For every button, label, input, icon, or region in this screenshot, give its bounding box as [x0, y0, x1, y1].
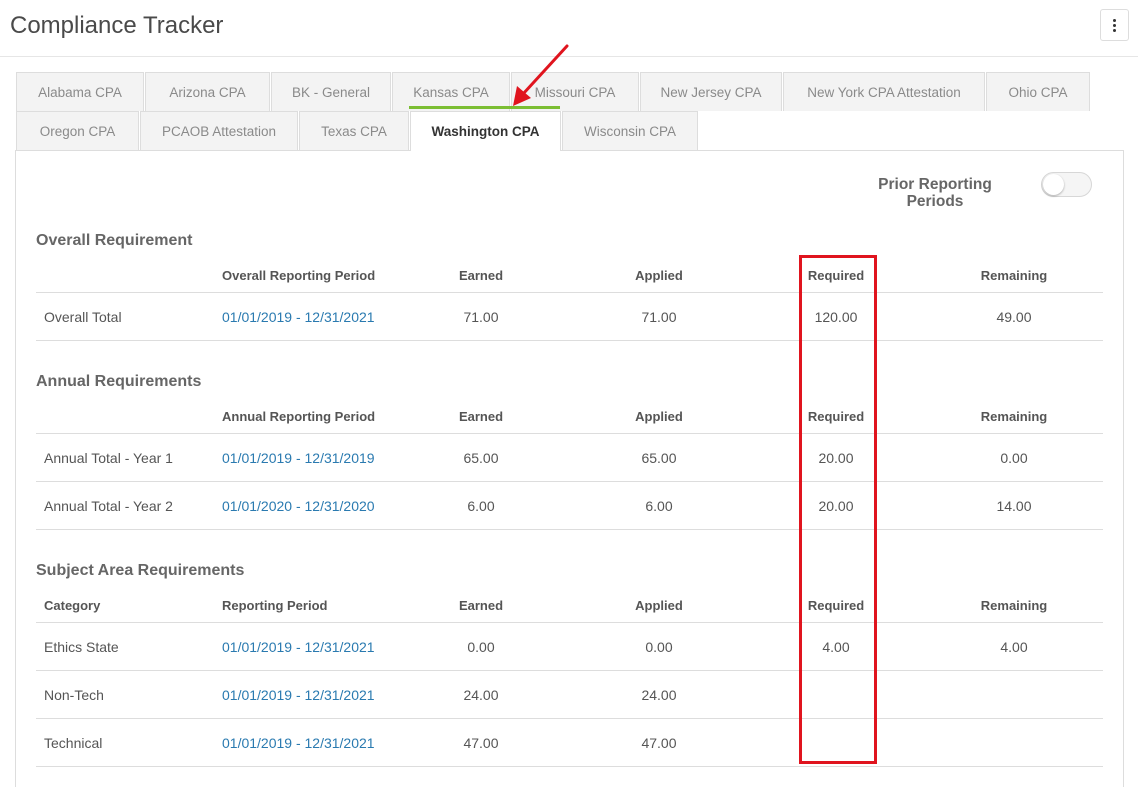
subject-row-applied: 24.00: [641, 687, 677, 703]
subject-row-period-link[interactable]: 01/01/2019 - 12/31/2021: [222, 735, 375, 751]
divider: [36, 481, 1103, 482]
annual-row-applied: 6.00: [645, 498, 673, 514]
annual-row-period-link[interactable]: 01/01/2020 - 12/31/2020: [222, 498, 375, 514]
subject-category-header: Category: [44, 598, 101, 613]
overall-period-header: Overall Reporting Period: [222, 268, 376, 283]
divider: [36, 340, 1103, 341]
annual-earned-header: Earned: [458, 409, 504, 424]
tab-wisconsin-cpa[interactable]: Wisconsin CPA: [562, 111, 698, 150]
annual-row-earned: 6.00: [467, 498, 495, 514]
annual-row-name: Annual Total - Year 2: [44, 498, 173, 514]
annual-row-remaining: 0.00: [1000, 450, 1028, 466]
subject-row-applied: 47.00: [641, 735, 677, 751]
tab-texas-cpa[interactable]: Texas CPA: [299, 111, 409, 150]
tab-washington-cpa[interactable]: Washington CPA: [410, 111, 561, 151]
subject-row-applied: 0.00: [645, 639, 673, 655]
tab-new-jersey-cpa[interactable]: New Jersey CPA: [640, 72, 782, 111]
divider: [36, 622, 1103, 623]
subject-row-period-link[interactable]: 01/01/2019 - 12/31/2021: [222, 687, 375, 703]
annual-row-name: Annual Total - Year 1: [44, 450, 173, 466]
subject-row-earned: 24.00: [463, 687, 499, 703]
divider: [36, 718, 1103, 719]
subject-area-requirements-title: Subject Area Requirements: [36, 562, 245, 579]
annual-row-earned: 65.00: [463, 450, 499, 466]
tab-oregon-cpa[interactable]: Oregon CPA: [16, 111, 139, 150]
subject-row-earned: 47.00: [463, 735, 499, 751]
tab-new-york-cpa-attestation[interactable]: New York CPA Attestation: [783, 72, 985, 111]
divider: [36, 433, 1103, 434]
tab-ohio-cpa[interactable]: Ohio CPA: [986, 72, 1090, 111]
subject-earned-header: Earned: [458, 598, 504, 613]
annual-applied-header: Applied: [635, 409, 683, 424]
subject-row-name: Non-Tech: [44, 687, 104, 703]
overall-applied-header: Applied: [635, 268, 683, 283]
tab-arizona-cpa[interactable]: Arizona CPA: [145, 72, 270, 111]
overall-row-name: Overall Total: [44, 309, 122, 325]
divider: [36, 529, 1103, 530]
annual-remaining-header: Remaining: [980, 409, 1048, 424]
annual-row-remaining: 14.00: [996, 498, 1032, 514]
dot-icon: [1113, 18, 1116, 22]
tab-alabama-cpa[interactable]: Alabama CPA: [16, 72, 144, 111]
tab-pcaob-attestation[interactable]: PCAOB Attestation: [140, 111, 298, 150]
dot-icon: [1113, 28, 1116, 32]
subject-remaining-header: Remaining: [980, 598, 1048, 613]
divider: [36, 766, 1103, 767]
toggle-knob: [1043, 174, 1064, 195]
annual-requirements-title: Annual Requirements: [36, 373, 202, 390]
overall-row-earned: 71.00: [463, 309, 499, 325]
more-menu-button[interactable]: [1100, 9, 1129, 41]
dot-icon: [1113, 23, 1116, 27]
required-column-highlight: [799, 255, 877, 764]
overall-earned-header: Earned: [458, 268, 504, 283]
overall-requirement-title: Overall Requirement: [36, 232, 193, 249]
annual-period-header: Annual Reporting Period: [222, 409, 376, 424]
prior-reporting-periods-label: Prior Reporting Periods: [878, 176, 992, 210]
annotation-arrow-icon: [513, 44, 569, 106]
subject-row-remaining: 4.00: [1000, 639, 1028, 655]
subject-row-earned: 0.00: [467, 639, 495, 655]
page-title: Compliance Tracker: [10, 12, 224, 39]
annual-row-period-link[interactable]: 01/01/2019 - 12/31/2019: [222, 450, 375, 466]
annual-row-applied: 65.00: [641, 450, 677, 466]
overall-row-period-link[interactable]: 01/01/2019 - 12/31/2021: [222, 309, 375, 325]
subject-row-name: Ethics State: [44, 639, 119, 655]
overall-row-remaining: 49.00: [996, 309, 1032, 325]
divider: [36, 292, 1103, 293]
divider: [36, 670, 1103, 671]
tab-bk-general[interactable]: BK - General: [271, 72, 391, 111]
subject-row-period-link[interactable]: 01/01/2019 - 12/31/2021: [222, 639, 375, 655]
overall-row-applied: 71.00: [641, 309, 677, 325]
prior-reporting-periods-toggle[interactable]: [1041, 172, 1092, 197]
subject-row-name: Technical: [44, 735, 103, 751]
overall-remaining-header: Remaining: [980, 268, 1048, 283]
subject-period-header: Reporting Period: [222, 598, 328, 613]
subject-applied-header: Applied: [635, 598, 683, 613]
